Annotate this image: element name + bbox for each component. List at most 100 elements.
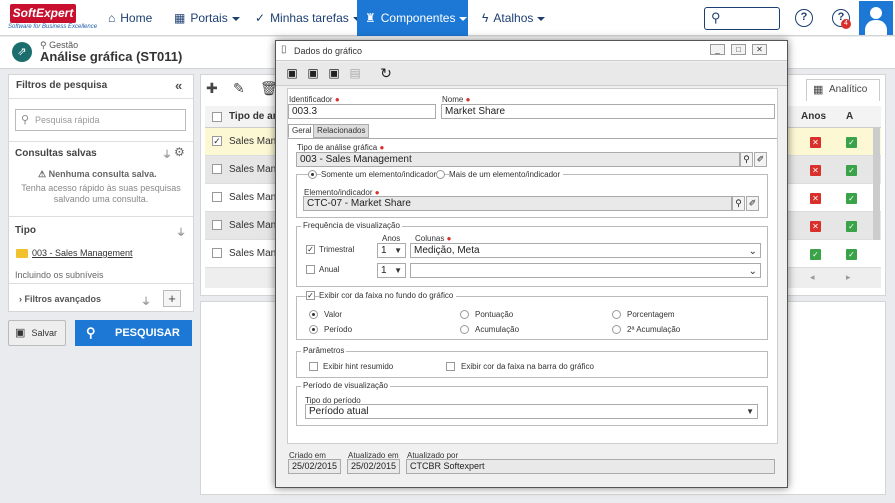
save-close-icon[interactable]: ▣ bbox=[326, 65, 342, 81]
chevron-down-icon: ⌄ bbox=[748, 246, 757, 257]
annual-checkbox[interactable] bbox=[306, 265, 315, 274]
status-check-icon: ✓ bbox=[810, 249, 821, 260]
clear-icon[interactable]: ✐ bbox=[746, 196, 759, 211]
tab-analitico[interactable]: ▦ Analítico bbox=[806, 79, 880, 101]
id-field[interactable]: 003.3 bbox=[288, 104, 436, 119]
search-icon[interactable]: ⚲ bbox=[732, 196, 745, 211]
row-checkbox[interactable] bbox=[212, 220, 222, 230]
refresh-icon[interactable]: ↻ bbox=[378, 65, 394, 81]
name-field[interactable]: Market Share bbox=[441, 104, 775, 119]
status-check-icon: ✓ bbox=[846, 221, 857, 232]
quarterly-columns-select[interactable]: Medição, Meta ⌄ bbox=[410, 243, 761, 258]
softexpert-logo[interactable]: SoftExpert Software for Business Excelle… bbox=[8, 3, 97, 33]
dialog-toolbar: ▣ ▣ ▣ ▤ ↻ bbox=[276, 62, 787, 86]
status-check-icon: ✓ bbox=[846, 193, 857, 204]
next-page-icon[interactable]: ▸ bbox=[846, 272, 851, 283]
search-icon: ⚲ bbox=[711, 10, 721, 25]
bar-color-checkbox[interactable] bbox=[446, 362, 455, 371]
chevron-down-icon bbox=[231, 16, 240, 21]
row-checkbox[interactable] bbox=[212, 248, 222, 258]
segunda-acumulacao-label: 2ª Acumulação bbox=[627, 325, 681, 334]
global-search-input[interactable]: ⚲ bbox=[704, 7, 780, 30]
quick-search-input[interactable]: ⚲ Pesquisa rápida bbox=[15, 109, 186, 131]
no-saved-text: Nenhuma consulta salva. bbox=[48, 169, 157, 179]
radio-pontuacao[interactable] bbox=[460, 310, 469, 319]
radio-periodo[interactable] bbox=[309, 325, 318, 334]
save-new-icon[interactable]: ▣ bbox=[284, 65, 300, 81]
quarterly-checkbox[interactable]: ✓ bbox=[306, 245, 315, 254]
col-years-header[interactable]: Anos bbox=[801, 111, 826, 122]
search-icon[interactable]: ⚲ bbox=[740, 152, 753, 167]
nav-minhas-tarefas[interactable]: ✓ Minhas tarefas bbox=[247, 0, 369, 36]
band-checkbox[interactable]: ✓ bbox=[306, 291, 315, 300]
document-icon: ▯ bbox=[281, 44, 287, 55]
close-button[interactable]: ✕ bbox=[752, 44, 767, 55]
nav-atalhos-label: Atalhos bbox=[493, 11, 534, 25]
radio-acumulacao[interactable] bbox=[460, 325, 469, 334]
radio-single-element[interactable] bbox=[308, 170, 317, 179]
hint-label: Exibir hint resumido bbox=[323, 362, 394, 371]
chart-analysis-icon: ⇗ bbox=[12, 42, 32, 62]
row-checkbox[interactable]: ✓ bbox=[212, 136, 222, 146]
logo-text: SoftExpert bbox=[10, 4, 76, 23]
radio-segunda-acumulacao[interactable] bbox=[612, 325, 621, 334]
avatar[interactable] bbox=[859, 1, 893, 35]
id-label: Identificador ● bbox=[289, 95, 340, 104]
row-type: Sales Mana bbox=[229, 136, 282, 147]
analysis-type-field[interactable]: 003 - Sales Management bbox=[296, 152, 740, 167]
annual-columns-select[interactable]: ⌄ bbox=[410, 263, 761, 278]
search-button[interactable]: ⚲ PESQUISAR bbox=[75, 320, 192, 346]
gear-icon[interactable]: ⚙ bbox=[174, 145, 185, 159]
nav-atalhos[interactable]: ϟ Atalhos bbox=[474, 0, 553, 36]
type-filter-item[interactable]: 003 - Sales Management bbox=[32, 248, 133, 258]
quarterly-label: Trimestral bbox=[319, 245, 355, 254]
divider bbox=[9, 283, 193, 284]
tab-geral[interactable]: Geral bbox=[288, 124, 316, 138]
porcentagem-label: Porcentagem bbox=[627, 310, 675, 319]
advanced-filters-toggle[interactable]: › Filtros avançados bbox=[19, 294, 101, 304]
created-field: 25/02/2015 bbox=[288, 459, 341, 474]
radio-multi-element[interactable] bbox=[436, 170, 445, 179]
annual-years-select[interactable]: 1 ▼ bbox=[377, 263, 406, 278]
row-checkbox[interactable] bbox=[212, 164, 222, 174]
add-icon[interactable]: ✚ bbox=[206, 80, 218, 97]
chevron-down-icon: ▼ bbox=[394, 266, 402, 275]
radio-valor[interactable] bbox=[309, 310, 318, 319]
clear-icon[interactable]: ✐ bbox=[754, 152, 767, 167]
minimize-button[interactable]: _ bbox=[710, 44, 725, 55]
save-query-button[interactable]: ▣ Salvar bbox=[8, 320, 66, 346]
radio-porcentagem[interactable] bbox=[612, 310, 621, 319]
edit-icon[interactable]: ✎ bbox=[233, 80, 245, 97]
maximize-button[interactable]: □ bbox=[731, 44, 746, 55]
broom-icon[interactable]: ⏚ bbox=[176, 224, 186, 239]
valor-label: Valor bbox=[324, 310, 343, 319]
nav-home[interactable]: ⌂ Home bbox=[100, 0, 160, 36]
row-type: Sales Mana bbox=[229, 248, 282, 259]
prev-page-icon[interactable]: ◂ bbox=[810, 272, 815, 283]
chevron-down-icon: ▼ bbox=[746, 407, 754, 416]
collapse-icon[interactable]: « bbox=[175, 78, 182, 93]
frequency-legend: Frequência de visualização bbox=[301, 221, 402, 230]
broom-icon[interactable]: ⏚ bbox=[141, 293, 151, 308]
help-icon[interactable]: ? bbox=[795, 9, 813, 27]
annual-label: Anual bbox=[319, 265, 340, 274]
save-icon[interactable]: ▣ bbox=[305, 65, 321, 81]
hint-checkbox[interactable] bbox=[309, 362, 318, 371]
row-type: Sales Mana bbox=[229, 192, 282, 203]
select-all-checkbox[interactable] bbox=[212, 112, 222, 122]
quarterly-years-select[interactable]: 1 ▼ bbox=[377, 243, 406, 258]
opt-multi-label: Mais de um elemento/indicador bbox=[449, 170, 564, 179]
broom-icon[interactable]: ⏚ bbox=[162, 146, 172, 161]
status-x-icon: ✕ bbox=[810, 137, 821, 148]
nav-componentes[interactable]: ♜ Componentes bbox=[357, 0, 468, 36]
col-a-header[interactable]: A bbox=[846, 111, 853, 122]
home-icon: ⌂ bbox=[108, 11, 116, 25]
grid-scrollbar[interactable] bbox=[873, 128, 880, 240]
tab-relacionados[interactable]: Relacionados bbox=[313, 124, 370, 138]
row-checkbox[interactable] bbox=[212, 192, 222, 202]
nav-portais[interactable]: ▦ Portais bbox=[166, 0, 248, 36]
add-filter-button[interactable]: + bbox=[163, 290, 181, 307]
element-field[interactable]: CTC-07 - Market Share bbox=[303, 196, 732, 211]
period-type-select[interactable]: Período atual ▼ bbox=[305, 404, 758, 419]
quick-search-placeholder: Pesquisa rápida bbox=[35, 115, 100, 125]
